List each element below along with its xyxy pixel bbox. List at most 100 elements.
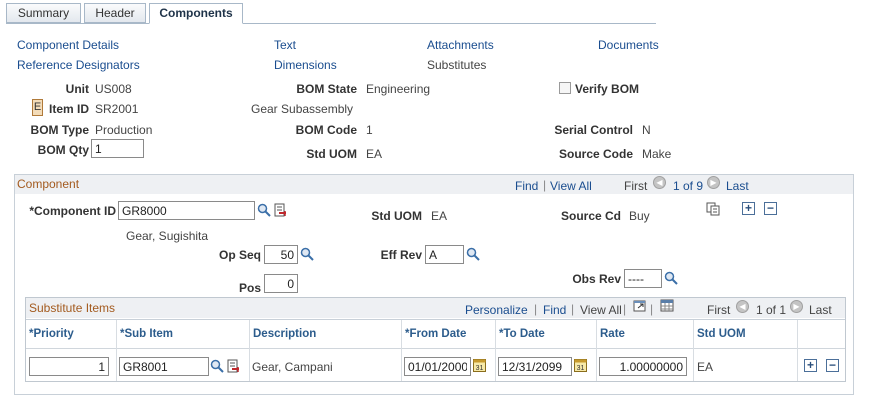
bom-state-value: Engineering [366,82,431,96]
bom-code-label: BOM Code [295,123,357,137]
bom-state-label: BOM State [296,82,357,96]
separator: | [623,302,627,316]
eff-rev-input[interactable] [425,245,464,264]
column-header-sub-item[interactable]: *Sub Item [117,320,250,348]
calendar-icon[interactable]: 31 [473,358,486,372]
substitute-find-link[interactable]: Find [543,303,566,317]
component-std-uom-value: EA [431,209,448,223]
obs-rev-input[interactable] [624,269,662,288]
op-seq-label: Op Seq [218,248,261,262]
component-view-all-link[interactable]: View All [550,179,592,193]
dimensions-link[interactable]: Dimensions [274,58,337,72]
search-icon[interactable] [300,247,314,261]
delete-row-button[interactable]: − [764,202,777,215]
verify-bom-checkbox[interactable] [559,82,571,94]
svg-text:31: 31 [577,365,585,372]
previous-arrow-icon[interactable]: ◀ [653,176,666,189]
component-counter: 1 of 9 [673,179,704,193]
substitute-items-title: Substitute Items [29,301,116,315]
explode-e-button[interactable]: E [32,99,43,116]
substitute-view-all-label: View All [580,303,622,317]
item-id-value: SR2001 [95,102,139,116]
next-arrow-icon[interactable]: ▶ [707,176,720,189]
serial-control-label: Serial Control [554,123,633,137]
eff-rev-label: Eff Rev [380,248,422,262]
substitute-last-label: Last [809,303,832,317]
tab-header[interactable]: Header [84,3,146,23]
bom-qty-input[interactable] [91,139,144,158]
tab-components[interactable]: Components [149,3,243,24]
substitutes-label: Substitutes [427,58,487,72]
sub-item-input[interactable] [119,357,209,376]
component-description: Gear, Sugishita [126,229,209,243]
source-code-value: Make [642,147,672,161]
grid-divider [596,348,597,381]
new-window-icon[interactable] [633,299,647,312]
tab-summary[interactable]: Summary [6,3,81,23]
priority-input[interactable] [29,357,109,376]
substitute-std-uom: EA [697,360,714,374]
search-icon[interactable] [664,271,678,285]
reference-designators-link[interactable]: Reference Designators [17,58,140,72]
tab-strip-line [6,23,656,24]
separator: | [534,302,538,316]
search-icon[interactable] [257,203,271,217]
next-arrow-icon[interactable]: ▶ [790,300,803,313]
grid-divider [401,348,402,381]
component-details-link[interactable]: Component Details [17,38,119,52]
column-header-from-date[interactable]: *From Date [402,320,496,348]
add-substitute-row-button[interactable]: + [804,359,817,372]
serial-control-value: N [642,123,651,137]
item-id-label: Item ID [48,102,89,116]
source-cd-value: Buy [629,209,650,223]
separator: | [543,178,547,192]
component-last-link[interactable]: Last [726,179,749,193]
rate-input[interactable] [599,357,687,376]
to-date-input[interactable] [498,357,572,376]
grid-divider [495,348,496,381]
column-header-priority[interactable]: *Priority [26,320,117,348]
grid-divider [693,348,694,381]
substitute-counter: 1 of 1 [756,303,787,317]
personalize-link[interactable]: Personalize [465,303,528,317]
verify-bom-label: Verify BOM [575,82,640,96]
item-detail-icon[interactable] [274,203,287,217]
search-icon[interactable] [466,247,480,261]
pos-label: Pos [238,281,261,295]
component-title: Component [17,177,80,191]
item-detail-icon[interactable] [227,359,240,373]
obs-rev-label: Obs Rev [572,272,621,286]
column-header-actions [798,320,845,348]
calendar-icon[interactable]: 31 [574,358,587,372]
attachments-link[interactable]: Attachments [427,38,494,52]
svg-text:31: 31 [476,365,484,372]
component-std-uom-label: Std UOM [371,209,422,223]
grid-divider [797,348,798,381]
component-first-label: First [624,179,648,193]
from-date-input[interactable] [404,357,471,376]
component-find-link[interactable]: Find [515,179,538,193]
separator: | [571,302,575,316]
column-header-to-date[interactable]: *To Date [496,320,597,348]
previous-arrow-icon[interactable]: ◀ [736,300,749,313]
grid-divider [116,348,117,381]
unit-value: US008 [95,82,132,96]
column-header-description: Description [250,320,402,348]
bom-code-value: 1 [366,123,373,137]
spreadsheet-icon[interactable] [660,299,674,312]
std-uom-label: Std UOM [306,147,357,161]
op-seq-input[interactable] [264,245,298,264]
search-icon[interactable] [210,359,224,373]
substitute-description: Gear, Campani [252,360,333,374]
component-id-input[interactable] [118,201,255,220]
column-header-rate[interactable]: Rate [597,320,694,348]
std-uom-value: EA [366,147,383,161]
delete-substitute-row-button[interactable]: − [826,359,839,372]
add-row-button[interactable]: + [742,202,755,215]
documents-link[interactable]: Documents [598,38,659,52]
component-id-label: *Component ID [29,204,116,218]
source-cd-label: Source Cd [560,209,621,223]
copy-icon[interactable] [706,202,720,216]
text-link[interactable]: Text [274,38,296,52]
pos-input[interactable] [264,274,298,293]
